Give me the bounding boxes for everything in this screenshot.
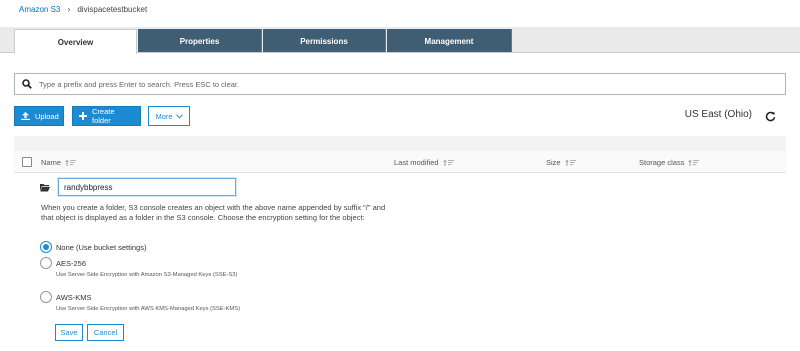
tab-overview[interactable]: Overview: [14, 29, 137, 54]
upload-icon: [21, 112, 30, 120]
search-icon: [22, 79, 32, 89]
folder-name-input[interactable]: [58, 178, 236, 196]
select-all-checkbox[interactable]: [22, 157, 32, 167]
encryption-option-none[interactable]: None (Use bucket settings): [40, 241, 146, 253]
create-folder-button-label: Create folder: [92, 107, 115, 125]
column-name-label: Name: [41, 157, 62, 167]
column-header-last-modified[interactable]: Last modified: [394, 151, 454, 173]
radio-button-aes256[interactable]: [40, 257, 52, 269]
refresh-icon[interactable]: [765, 111, 776, 122]
column-last-modified-label: Last modified: [394, 157, 439, 167]
tab-permissions[interactable]: Permissions: [263, 29, 386, 53]
sort-icon[interactable]: [564, 159, 576, 166]
save-button[interactable]: Save: [55, 324, 83, 341]
encryption-option-aes256-label: AES-256: [56, 258, 87, 268]
encryption-option-aws-kms[interactable]: AWS-KMS: [40, 291, 92, 303]
encryption-option-aes256-help: Use Server-Side Encryption with Amazon S…: [56, 272, 238, 278]
search-input[interactable]: [39, 75, 785, 93]
radio-button-aws-kms[interactable]: [40, 291, 52, 303]
column-header-name[interactable]: Name: [41, 151, 77, 173]
tab-management[interactable]: Management: [387, 29, 512, 53]
new-folder-row: [40, 178, 236, 196]
folder-icon: [40, 183, 50, 191]
cancel-button[interactable]: Cancel: [87, 324, 124, 341]
encryption-option-aws-kms-label: AWS-KMS: [56, 292, 92, 302]
sort-icon[interactable]: [65, 159, 77, 166]
breadcrumb-separator: ›: [67, 4, 71, 14]
breadcrumb-amazon-s3-link[interactable]: Amazon S3: [19, 5, 60, 14]
sort-icon[interactable]: [688, 159, 700, 166]
column-size-label: Size: [546, 157, 561, 167]
sort-icon[interactable]: [442, 159, 454, 166]
plus-icon: [79, 112, 87, 120]
tab-properties[interactable]: Properties: [138, 29, 262, 53]
tab-bar: Overview Properties Permissions Manageme…: [0, 27, 800, 54]
table-toolbar-strip: [14, 136, 786, 151]
encryption-option-aes256[interactable]: AES-256: [40, 257, 86, 269]
encryption-option-none-label: None (Use bucket settings): [56, 242, 147, 252]
region-label: US East (Ohio): [684, 109, 752, 120]
chevron-down-icon: [175, 113, 183, 119]
encryption-option-aws-kms-help: Use Server-Side Encryption with AWS KMS-…: [56, 306, 241, 312]
radio-button-none[interactable]: [40, 241, 52, 253]
upload-button-label: Upload: [35, 111, 59, 121]
column-header-storage-class[interactable]: Storage class: [639, 151, 700, 173]
breadcrumb-bucket-name: divispacetestbucket: [77, 4, 148, 14]
breadcrumb: Amazon S3 › divispacetestbucket: [19, 3, 147, 15]
search-bar: [14, 73, 786, 95]
table-header: Name Last modified Size Storage class: [14, 151, 786, 173]
column-header-size[interactable]: Size: [546, 151, 576, 173]
more-button-label: More: [155, 111, 173, 121]
more-dropdown-button[interactable]: More: [148, 106, 190, 126]
create-folder-button[interactable]: Create folder: [72, 106, 141, 126]
folder-description: When you create a folder, S3 console cre…: [41, 203, 386, 222]
upload-button[interactable]: Upload: [14, 106, 64, 126]
column-storage-class-label: Storage class: [639, 157, 685, 167]
